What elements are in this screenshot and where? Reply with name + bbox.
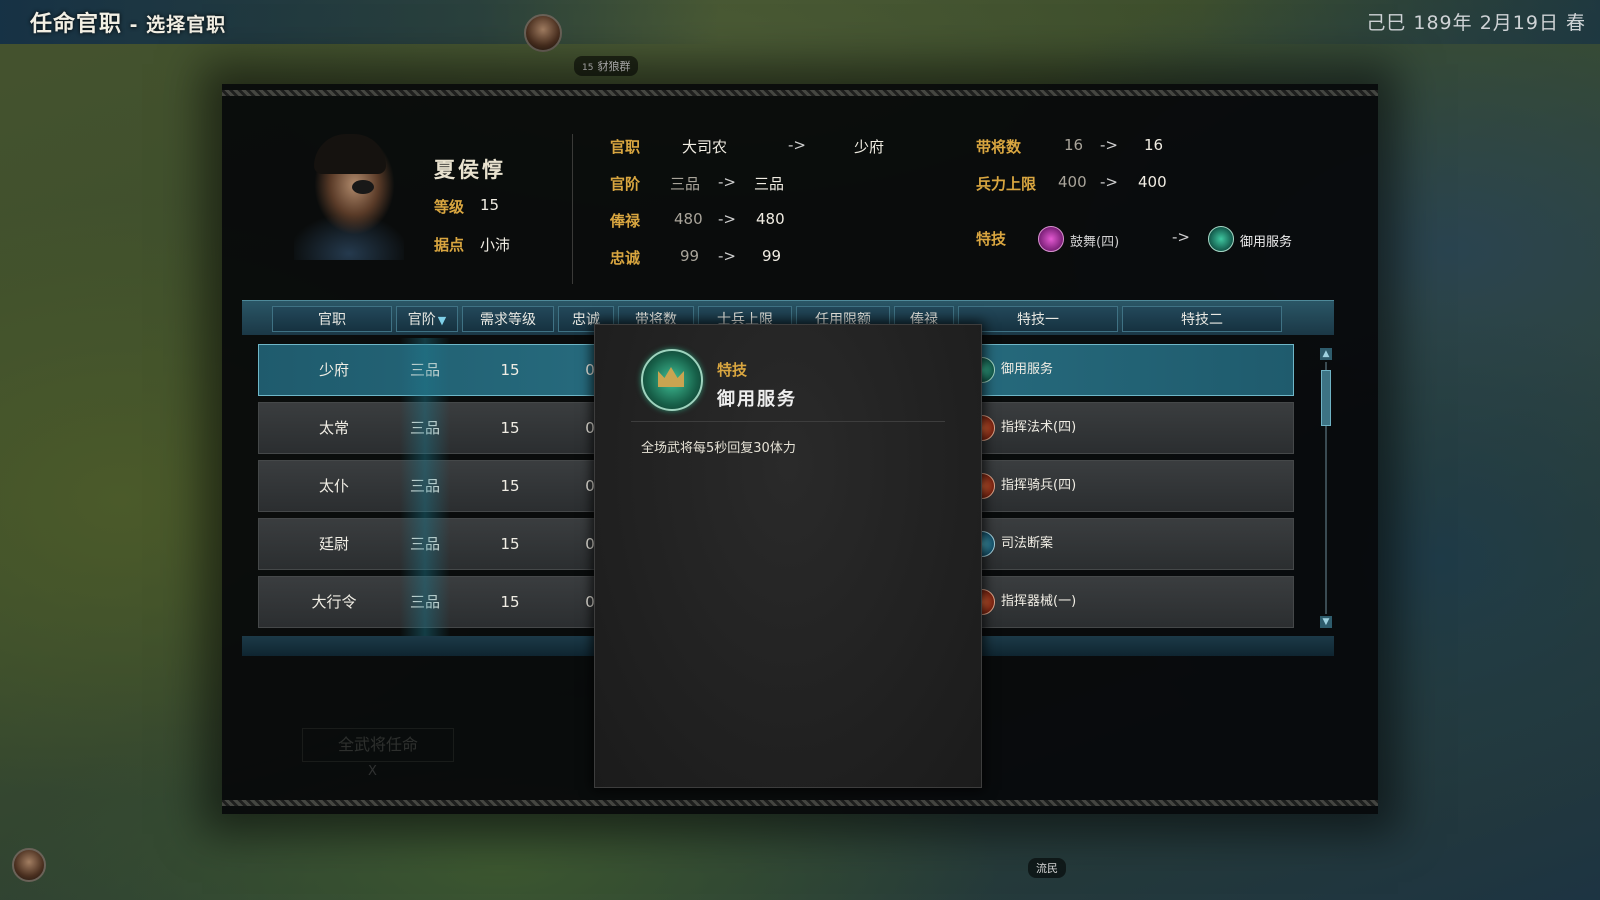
rank-from: 三品 [670,175,701,193]
portrait-hair [314,134,386,174]
row-skill-one: 指挥器械(一) [1001,594,1077,609]
scroll-up-icon[interactable]: ▲ [1320,348,1332,360]
crown-glyph [658,367,684,387]
troops-from: 400 [1058,173,1087,191]
salary-label: 俸禄 [610,212,641,230]
rank-label: 官阶 [610,175,641,193]
skill-tooltip: 特技 御用服务 全场武将每5秒回复30体力 [594,324,982,788]
skill-arrow: -> [1172,228,1190,246]
loyalty-label: 忠诚 [610,249,641,267]
salary-from: 480 [674,210,703,228]
skill-from: 鼓舞(四) [1070,235,1120,250]
troops-arrow: -> [1100,173,1118,191]
portrait-eyepatch [352,180,374,194]
row-req-level: 15 [500,419,520,437]
map-corner-avatar[interactable] [12,848,46,882]
tooltip-divider [631,421,945,422]
panel-bottom-border [222,800,1378,806]
officer-level: 15 [480,196,500,214]
officer-base-label: 据点 [434,236,465,254]
officer-level-label: 等级 [434,198,465,216]
rank-arrow: -> [718,173,736,191]
commanders-arrow: -> [1100,136,1118,154]
commanders-label: 带将数 [976,138,1022,156]
map-unit-name: 豺狼群 [597,60,631,73]
loyalty-from: 99 [680,247,700,265]
post-arrow: -> [788,136,806,154]
drum-skill-icon [1038,226,1064,252]
header-rank[interactable]: 官阶 ▼ [396,306,458,332]
row-post: 大行令 [311,593,357,611]
row-req-level: 15 [500,593,520,611]
row-post: 廷尉 [318,535,349,553]
scroll-thumb[interactable] [1321,370,1331,426]
title-separator: - [122,14,147,36]
row-req-level: 15 [500,361,520,379]
post-to: 少府 [854,138,885,156]
imperial-service-skill-icon [1208,226,1234,252]
commanders-from: 16 [1064,136,1084,154]
skill-change-label: 特技 [976,230,1007,248]
header-skill-one[interactable]: 特技一 [958,306,1118,332]
map-unit-level: 15 [582,63,594,73]
scroll-down-icon[interactable]: ▼ [1320,616,1332,628]
post-label: 官职 [610,138,641,156]
post-from: 大司农 [682,138,728,156]
row-skill-one: 司法断案 [1001,536,1054,551]
officer-base: 小沛 [480,236,511,254]
title-subtitle: 选择官职 [146,14,227,36]
row-skill-one: 御用服务 [1001,362,1054,377]
map-refugee-tag[interactable]: 流民 [1028,858,1066,878]
row-req-level: 15 [500,535,520,553]
row-skill-one: 指挥骑兵(四) [1001,478,1077,493]
loyalty-arrow: -> [718,247,736,265]
header-post[interactable]: 官职 [272,306,392,332]
table-scrollbar[interactable]: ▲ ▼ [1320,348,1332,628]
officer-portrait [294,130,404,260]
salary-to: 480 [756,210,785,228]
crown-skill-icon [641,349,703,411]
officer-name: 夏侯惇 [434,158,506,182]
header-rank-label: 官阶 [407,312,436,328]
page-title: 任命官职 - 选择官职 [30,6,226,38]
rank-to: 三品 [754,175,785,193]
row-post: 太常 [318,419,349,437]
tooltip-description: 全场武将每5秒回复30体力 [641,441,796,456]
map-unit-tag[interactable]: 15 豺狼群 [574,56,639,76]
game-date: 己巳 189年 2月19日 春 [1366,12,1586,34]
title-main: 任命官职 [30,12,123,37]
close-hint: X [368,764,377,779]
info-divider [572,134,573,284]
sort-down-icon: ▼ [437,314,447,327]
tooltip-skill-name: 御用服务 [717,389,797,410]
troops-label: 兵力上限 [976,175,1037,193]
loyalty-to: 99 [762,247,782,265]
rank-column-highlight [400,338,450,638]
top-bar [0,0,1600,44]
tooltip-label: 特技 [717,361,748,379]
row-req-level: 15 [500,477,520,495]
map-unit-avatar[interactable] [524,14,562,52]
troops-to: 400 [1138,173,1167,191]
salary-arrow: -> [718,210,736,228]
skill-to: 御用服务 [1240,235,1293,250]
row-skill-one: 指挥法术(四) [1001,420,1077,435]
header-skill-two[interactable]: 特技二 [1122,306,1282,332]
row-post: 太仆 [318,477,349,495]
commanders-to: 16 [1144,136,1164,154]
header-req-level[interactable]: 需求等级 [462,306,554,332]
row-post: 少府 [318,361,349,379]
panel-top-border [222,90,1378,96]
appoint-all-button[interactable]: 全武将任命 [302,728,454,762]
